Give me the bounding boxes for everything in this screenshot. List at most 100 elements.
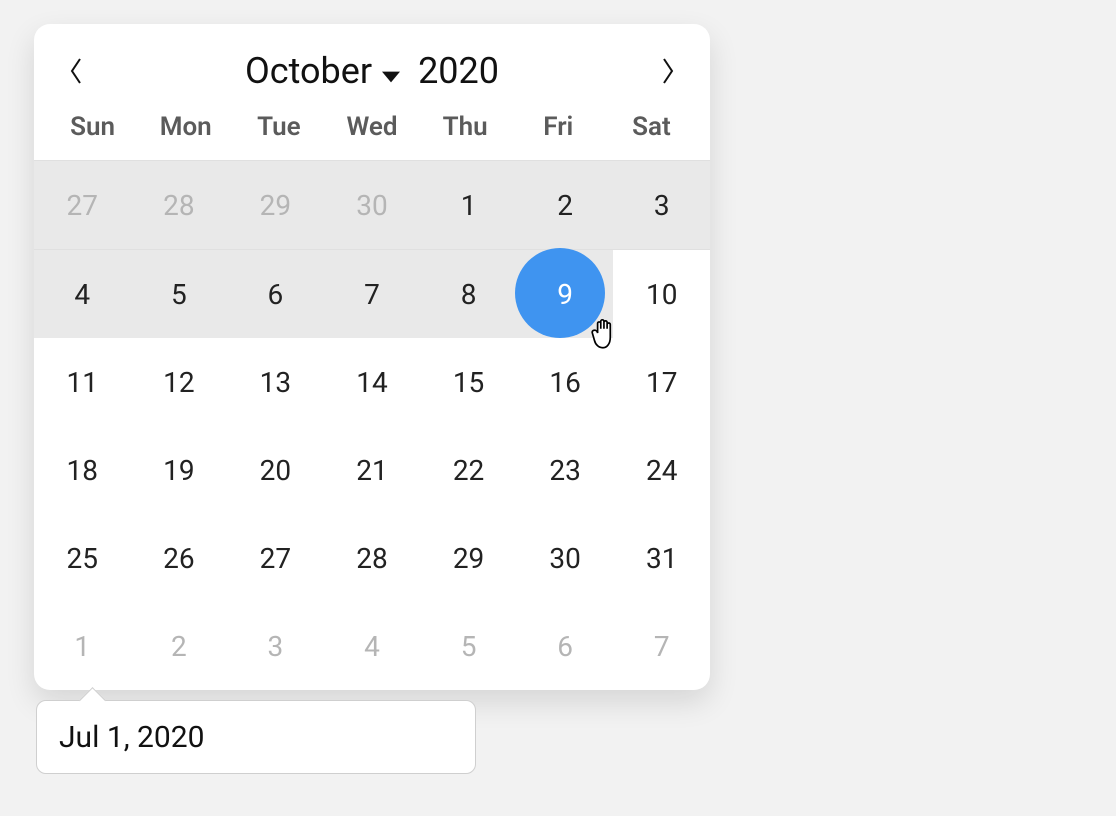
day-number: 30 bbox=[549, 542, 580, 575]
date-input[interactable]: Jul 1, 2020 bbox=[36, 700, 476, 774]
day-number: 29 bbox=[453, 542, 484, 575]
day-number: 28 bbox=[163, 189, 194, 222]
year-text[interactable]: 2020 bbox=[418, 50, 499, 92]
day-number: 31 bbox=[646, 542, 677, 575]
day-number: 4 bbox=[364, 630, 380, 663]
day-cell[interactable]: 29 bbox=[227, 160, 324, 249]
day-number: 13 bbox=[260, 366, 291, 399]
next-month-button[interactable] bbox=[656, 59, 680, 83]
day-cell[interactable]: 4 bbox=[324, 602, 421, 690]
month-text: October bbox=[245, 50, 372, 92]
day-number: 27 bbox=[260, 542, 291, 575]
day-cell[interactable]: 10 bbox=[613, 249, 710, 338]
day-cell[interactable]: 5 bbox=[131, 249, 228, 338]
weekday-label: Sun bbox=[46, 112, 139, 142]
day-cell[interactable]: 3 bbox=[227, 602, 324, 690]
day-number: 8 bbox=[461, 278, 477, 311]
day-number: 12 bbox=[163, 366, 194, 399]
day-number: 28 bbox=[356, 542, 387, 575]
day-cell[interactable]: 13 bbox=[227, 338, 324, 426]
day-cell[interactable]: 24 bbox=[613, 426, 710, 514]
day-cell[interactable]: 28 bbox=[131, 160, 228, 249]
date-input-value: Jul 1, 2020 bbox=[59, 720, 204, 755]
month-year-label: October 2020 bbox=[245, 50, 499, 92]
day-cell[interactable]: 27 bbox=[34, 160, 131, 249]
weekday-label: Sat bbox=[605, 112, 698, 142]
day-cell[interactable]: 14 bbox=[324, 338, 421, 426]
date-picker-panel: October 2020 Sun Mon Tue Wed Thu Fri Sat… bbox=[34, 24, 710, 690]
day-number: 9 bbox=[557, 278, 573, 311]
day-cell[interactable]: 21 bbox=[324, 426, 421, 514]
day-cell[interactable]: 11 bbox=[34, 338, 131, 426]
day-number: 25 bbox=[67, 542, 98, 575]
day-cell[interactable]: 27 bbox=[227, 514, 324, 602]
day-number: 15 bbox=[453, 366, 484, 399]
weekday-label: Fri bbox=[512, 112, 605, 142]
day-cell[interactable]: 6 bbox=[517, 602, 614, 690]
day-cell[interactable]: 2 bbox=[131, 602, 228, 690]
day-number: 6 bbox=[557, 630, 573, 663]
day-cell[interactable]: 28 bbox=[324, 514, 421, 602]
day-number: 10 bbox=[646, 278, 677, 311]
day-cell[interactable]: 26 bbox=[131, 514, 228, 602]
weekday-label: Wed bbox=[325, 112, 418, 142]
day-number: 16 bbox=[549, 366, 580, 399]
day-number: 27 bbox=[67, 189, 98, 222]
weekday-label: Thu bbox=[419, 112, 512, 142]
weekday-label: Mon bbox=[139, 112, 232, 142]
day-cell[interactable]: 7 bbox=[613, 602, 710, 690]
day-number: 7 bbox=[654, 630, 670, 663]
day-cell[interactable]: 30 bbox=[324, 160, 421, 249]
day-cell[interactable]: 7 bbox=[324, 249, 421, 338]
day-number: 29 bbox=[260, 189, 291, 222]
day-cell[interactable]: 22 bbox=[420, 426, 517, 514]
day-cell[interactable]: 12 bbox=[131, 338, 228, 426]
day-number: 1 bbox=[74, 630, 90, 663]
day-cell[interactable]: 31 bbox=[613, 514, 710, 602]
day-number: 3 bbox=[268, 630, 284, 663]
day-cell[interactable]: 4 bbox=[34, 249, 131, 338]
day-cell[interactable]: 15 bbox=[420, 338, 517, 426]
day-cell[interactable]: 2 bbox=[517, 160, 614, 249]
day-number: 22 bbox=[453, 454, 484, 487]
day-number: 11 bbox=[67, 366, 98, 399]
month-select[interactable]: October bbox=[245, 50, 400, 92]
day-cell[interactable]: 18 bbox=[34, 426, 131, 514]
day-cell[interactable]: 9 bbox=[517, 249, 614, 338]
day-cell[interactable]: 30 bbox=[517, 514, 614, 602]
prev-month-button[interactable] bbox=[64, 59, 88, 83]
day-number: 14 bbox=[356, 366, 387, 399]
day-cell[interactable]: 5 bbox=[420, 602, 517, 690]
day-number: 26 bbox=[163, 542, 194, 575]
day-cell[interactable]: 20 bbox=[227, 426, 324, 514]
day-number: 5 bbox=[461, 630, 477, 663]
day-number: 20 bbox=[260, 454, 291, 487]
day-number: 3 bbox=[654, 189, 670, 222]
day-number: 19 bbox=[163, 454, 194, 487]
day-number: 4 bbox=[74, 278, 90, 311]
day-number: 30 bbox=[356, 189, 387, 222]
day-cell[interactable]: 17 bbox=[613, 338, 710, 426]
day-number: 5 bbox=[171, 278, 187, 311]
day-number: 18 bbox=[67, 454, 98, 487]
day-cell[interactable]: 1 bbox=[34, 602, 131, 690]
day-cell[interactable]: 16 bbox=[517, 338, 614, 426]
calendar-grid: 2728293012345678910111213141516171819202… bbox=[34, 160, 710, 690]
day-cell[interactable]: 1 bbox=[420, 160, 517, 249]
day-cell[interactable]: 6 bbox=[227, 249, 324, 338]
day-cell[interactable]: 25 bbox=[34, 514, 131, 602]
weekday-header-row: Sun Mon Tue Wed Thu Fri Sat bbox=[34, 112, 710, 160]
day-number: 7 bbox=[364, 278, 380, 311]
day-cell[interactable]: 8 bbox=[420, 249, 517, 338]
day-number: 23 bbox=[549, 454, 580, 487]
day-number: 24 bbox=[646, 454, 677, 487]
chevron-down-icon bbox=[382, 50, 400, 92]
day-cell[interactable]: 19 bbox=[131, 426, 228, 514]
chevron-right-icon bbox=[660, 57, 676, 85]
calendar-header: October 2020 bbox=[34, 24, 710, 112]
day-cell[interactable]: 29 bbox=[420, 514, 517, 602]
day-cell[interactable]: 3 bbox=[613, 160, 710, 249]
day-number: 2 bbox=[557, 189, 573, 222]
day-number: 2 bbox=[171, 630, 187, 663]
day-cell[interactable]: 23 bbox=[517, 426, 614, 514]
